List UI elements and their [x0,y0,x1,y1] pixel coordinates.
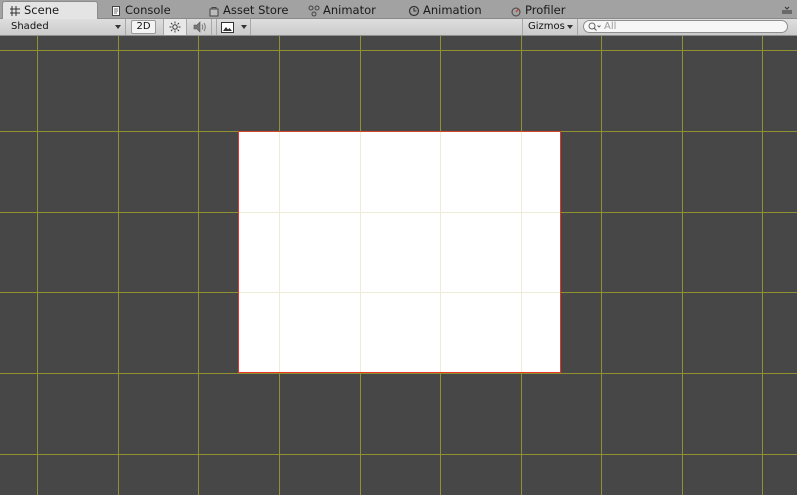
tab-label-animator: Animator [323,3,376,17]
editor-tab-bar: Scene Console Asset Store Animator Anima… [0,0,797,19]
image-icon [221,21,234,33]
2d-mode-label: 2D [136,21,151,32]
animation-clock-icon [408,5,420,16]
chevron-down-icon [567,25,573,29]
tab-animation[interactable]: Animation [402,2,502,19]
tab-animator[interactable]: Animator [302,2,398,19]
scene-search-field[interactable] [583,20,788,33]
tab-label-animation: Animation [423,3,482,17]
profiler-icon [511,7,521,16]
tab-profiler[interactable]: Profiler [504,2,594,19]
scene-effects-dropdown[interactable] [216,19,251,35]
animator-icon [308,5,320,16]
chevron-down-icon [241,25,247,29]
tab-label-profiler: Profiler [525,3,566,17]
tab-label-scene: Scene [24,3,60,17]
speaker-icon [193,21,206,33]
draw-mode-value: Shaded [11,21,49,32]
scene-lighting-toggle[interactable] [163,19,187,35]
scene-toolbar: Shaded 2D Gizmos [0,19,797,36]
search-input[interactable] [604,21,784,32]
2d-mode-toggle[interactable]: 2D [131,20,156,34]
draw-mode-dropdown[interactable]: Shaded [5,19,126,35]
tab-label-asset-store: Asset Store [223,3,289,17]
console-icon [112,5,120,16]
tab-console[interactable]: Console [104,2,194,19]
gizmos-dropdown[interactable]: Gizmos [522,19,578,35]
chevron-down-icon [115,25,121,29]
search-icon [588,22,601,31]
asset-store-icon [209,6,219,16]
tab-context-menu-icon[interactable] [781,5,793,15]
tab-asset-store[interactable]: Asset Store [202,2,300,19]
grid-icon [10,5,20,16]
sun-icon [169,21,181,33]
scene-audio-toggle[interactable] [188,19,212,35]
gizmos-label: Gizmos [528,21,565,32]
tab-scene[interactable]: Scene [2,1,98,19]
selected-sprite[interactable] [238,131,561,373]
tab-label-console: Console [125,3,171,17]
scene-viewport[interactable] [0,36,797,495]
